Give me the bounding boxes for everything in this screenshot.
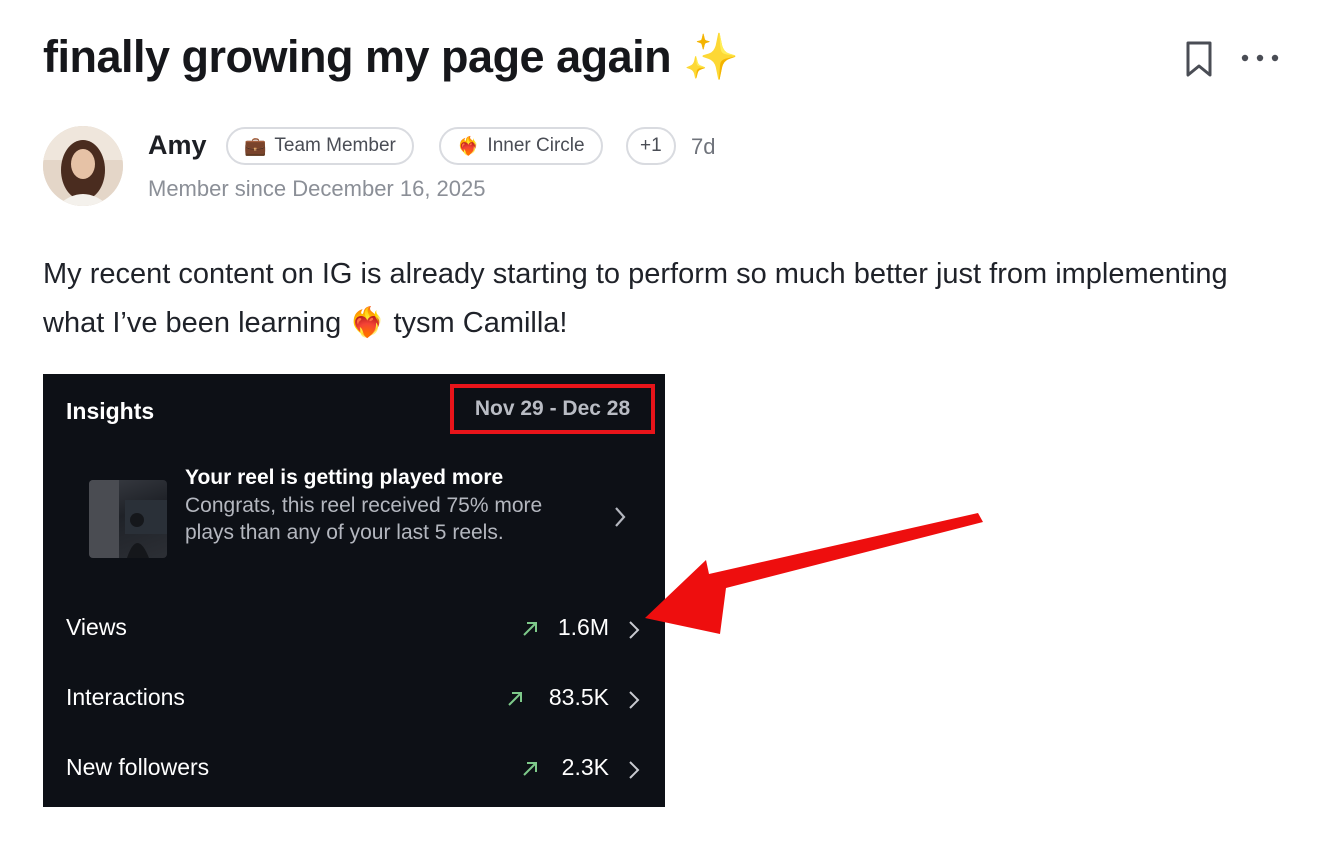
badge-inner-circle[interactable]: ❤️‍🔥 Inner Circle xyxy=(439,127,603,165)
metric-value: 2.3K xyxy=(561,754,609,780)
metric-label: New followers xyxy=(66,754,210,780)
trend-up-icon xyxy=(523,762,537,776)
chevron-right-icon xyxy=(629,761,640,779)
post-title: finally growing my page again ✨ xyxy=(43,30,739,83)
badge-label: Inner Circle xyxy=(487,135,585,156)
date-range-highlight: Nov 29 - Dec 28 xyxy=(450,384,655,434)
trend-up-icon xyxy=(523,622,537,636)
reel-highlight-title: Your reel is getting played more xyxy=(185,466,504,489)
metric-interactions[interactable]: Interactions 83.5K xyxy=(43,678,665,718)
metric-value: 1.6M xyxy=(557,614,609,640)
badge-more-count[interactable]: +1 xyxy=(626,127,676,165)
trend-up-icon xyxy=(508,692,522,706)
metric-label: Interactions xyxy=(66,684,185,710)
badge-label: +1 xyxy=(640,135,662,156)
metric-label: Views xyxy=(66,614,127,640)
reel-highlight-desc: Congrats, this reel received 75% more pl… xyxy=(185,494,543,544)
metric-value: 83.5K xyxy=(548,684,609,710)
post-title-text: finally growing my page again xyxy=(43,31,672,82)
red-arrow-annotation xyxy=(645,513,983,634)
post-body: My recent content on IG is already start… xyxy=(43,258,1228,339)
heart-on-fire-icon: ❤️‍🔥 xyxy=(457,135,480,156)
sparkles-emoji: ✨ xyxy=(683,31,739,82)
reel-thumbnail xyxy=(89,480,167,558)
chevron-right-icon xyxy=(629,691,640,709)
author-name[interactable]: Amy xyxy=(148,130,207,161)
briefcase-icon: 💼 xyxy=(244,135,267,156)
metric-views[interactable]: Views 1.6M xyxy=(43,608,665,648)
more-options-icon[interactable] xyxy=(1238,48,1282,68)
insights-title: Insights xyxy=(66,398,155,424)
bookmark-icon[interactable] xyxy=(1184,40,1214,78)
badge-label: Team Member xyxy=(274,135,396,156)
metric-new-followers[interactable]: New followers 2.3K xyxy=(43,748,665,788)
badge-team-member[interactable]: 💼 Team Member xyxy=(226,127,414,165)
date-range: Nov 29 - Dec 28 xyxy=(474,397,631,420)
insights-screenshot: Insights Nov 29 - Dec 28 Your reel is ge… xyxy=(43,374,665,807)
member-since: Member since December 16, 2025 xyxy=(148,176,486,201)
avatar[interactable] xyxy=(43,126,123,206)
chevron-right-icon xyxy=(615,507,626,527)
post-age: 7d xyxy=(691,134,716,159)
